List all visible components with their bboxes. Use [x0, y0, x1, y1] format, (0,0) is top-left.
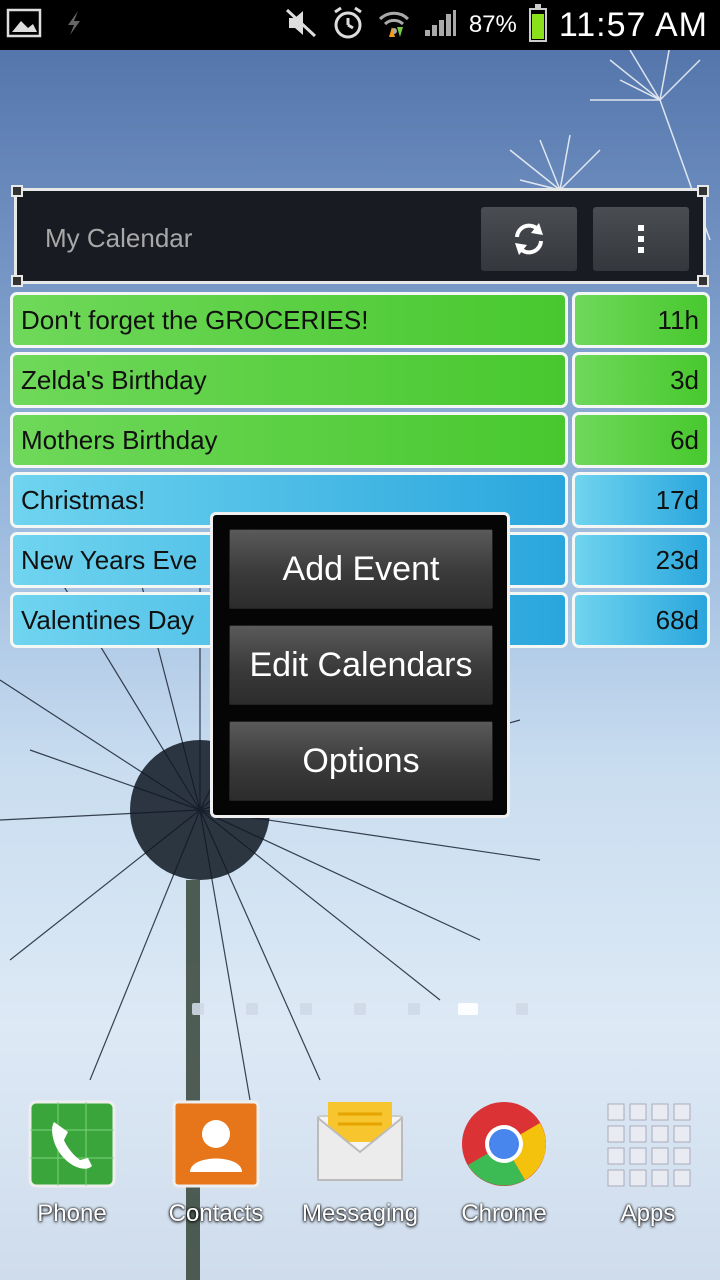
- dock-messaging[interactable]: Messaging: [295, 1100, 425, 1228]
- home-page-indicator: [0, 1003, 720, 1017]
- page-dot[interactable]: [246, 1003, 258, 1015]
- messaging-icon: [316, 1100, 404, 1188]
- dock-chrome[interactable]: Chrome: [439, 1100, 569, 1228]
- event-row[interactable]: Mothers Birthday 6d: [10, 412, 710, 468]
- event-row[interactable]: Zelda's Birthday 3d: [10, 352, 710, 408]
- widget-title: My Calendar: [45, 223, 193, 253]
- dock-contacts[interactable]: Contacts: [151, 1100, 281, 1228]
- dock-phone[interactable]: Phone: [7, 1100, 137, 1228]
- dock-label: Contacts: [168, 1200, 264, 1227]
- image-icon: [6, 8, 42, 43]
- flash-icon: [64, 9, 84, 42]
- dock-label: Phone: [37, 1200, 107, 1227]
- event-name[interactable]: Don't forget the GROCERIES!: [10, 292, 568, 348]
- resize-handle[interactable]: [697, 275, 709, 287]
- event-countdown[interactable]: 68d: [572, 592, 710, 648]
- options-button[interactable]: Options: [229, 721, 493, 801]
- event-countdown[interactable]: 11h: [572, 292, 710, 348]
- resize-handle[interactable]: [11, 275, 23, 287]
- event-name[interactable]: Mothers Birthday: [10, 412, 568, 468]
- dock-apps[interactable]: Apps: [583, 1100, 713, 1228]
- page-dot-active[interactable]: [458, 1003, 478, 1015]
- page-dot[interactable]: [408, 1003, 420, 1015]
- mute-icon: [285, 8, 319, 43]
- page-dot[interactable]: [516, 1003, 528, 1015]
- page-dot[interactable]: [354, 1003, 366, 1015]
- event-row[interactable]: Don't forget the GROCERIES! 11h: [10, 292, 710, 348]
- battery-icon: [528, 4, 547, 42]
- overflow-menu-icon: [638, 225, 644, 253]
- wifi-icon: [377, 7, 411, 44]
- refresh-icon: [515, 223, 543, 255]
- refresh-button[interactable]: [481, 207, 577, 271]
- event-countdown[interactable]: 3d: [572, 352, 710, 408]
- add-event-button[interactable]: Add Event: [229, 529, 493, 609]
- phone-icon: [28, 1100, 116, 1188]
- dock-label: Messaging: [301, 1200, 419, 1227]
- event-name[interactable]: Zelda's Birthday: [10, 352, 568, 408]
- resize-handle[interactable]: [11, 185, 23, 197]
- calendar-widget-header[interactable]: My Calendar: [11, 185, 709, 287]
- widget-popup-menu: Add Event Edit Calendars Options: [210, 512, 510, 818]
- page-dot[interactable]: [192, 1003, 204, 1015]
- contacts-icon: [172, 1100, 260, 1188]
- apps-grid-icon: [604, 1100, 692, 1188]
- edit-calendars-button[interactable]: Edit Calendars: [229, 625, 493, 705]
- chrome-icon: [460, 1100, 548, 1188]
- battery-percentage: 87%: [468, 11, 517, 38]
- alarm-icon: [331, 6, 365, 45]
- overflow-menu-button[interactable]: [593, 207, 689, 271]
- resize-handle[interactable]: [697, 185, 709, 197]
- clock: 11:57 AM: [558, 5, 708, 44]
- status-bar: 87% 11:57 AM: [0, 0, 720, 50]
- page-dot[interactable]: [300, 1003, 312, 1015]
- signal-icon: [423, 8, 457, 43]
- dock-label: Apps: [620, 1200, 676, 1227]
- dock-label: Chrome: [461, 1200, 547, 1227]
- event-countdown[interactable]: 6d: [572, 412, 710, 468]
- event-countdown[interactable]: 17d: [572, 472, 710, 528]
- event-countdown[interactable]: 23d: [572, 532, 710, 588]
